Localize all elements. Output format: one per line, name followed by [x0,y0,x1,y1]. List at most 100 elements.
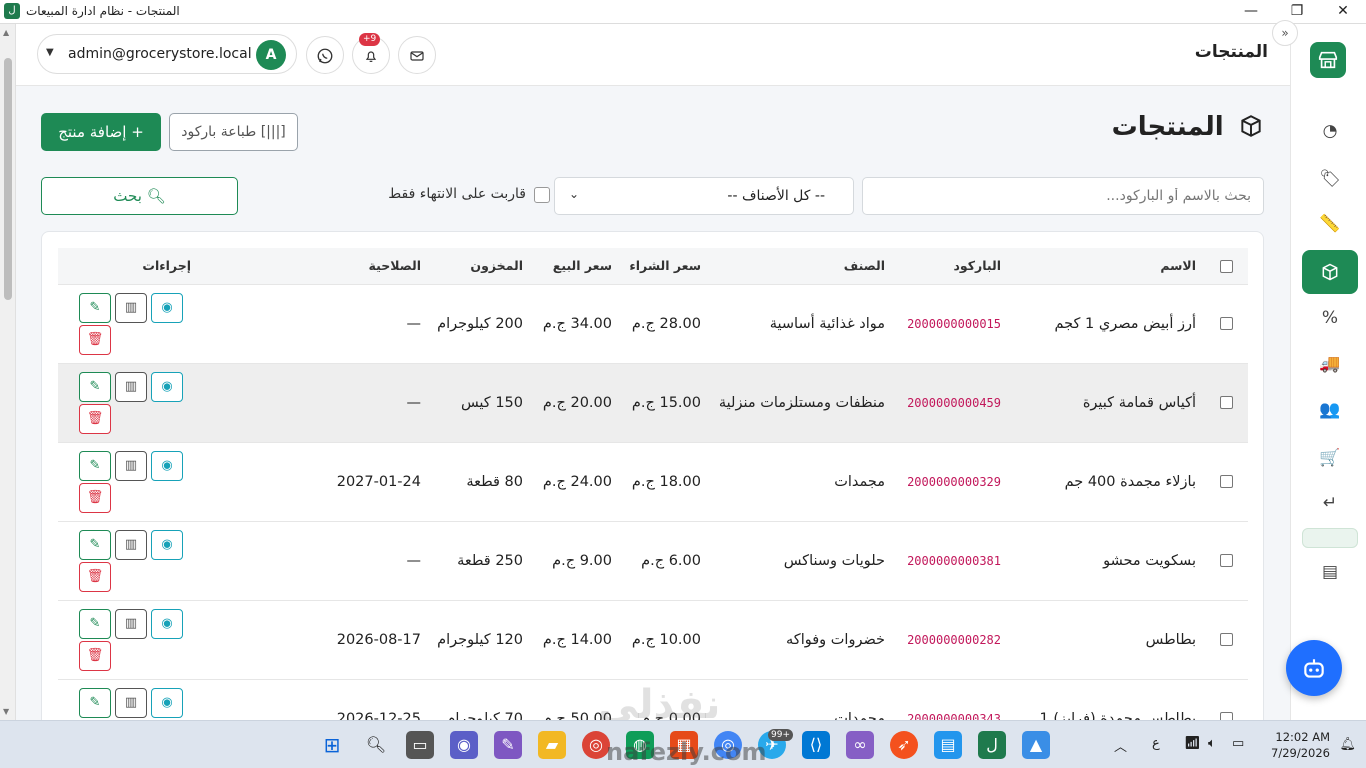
row-checkbox[interactable] [1219,396,1233,409]
sidebar-item-discounts[interactable]: % [1302,296,1358,340]
messages-button[interactable] [398,36,436,74]
scroll-up-icon[interactable]: ▲ [3,28,9,37]
row-checkbox[interactable] [1219,633,1233,646]
view-button[interactable]: ◉ [151,450,183,481]
cart-icon: 🛒 [1319,448,1341,468]
table-row[interactable]: بازلاء مجمدة 400 جم 2000000000329 مجمدات 18… [58,441,1248,521]
edit-button[interactable]: ✎ [79,371,111,402]
print-barcode-row-button[interactable]: ▥ [115,608,147,639]
print-barcode-row-button[interactable]: ▥ [115,292,147,323]
table-row[interactable]: بطاطس 2000000000282 خضروات وفواكه 10.00 ج.م… [58,599,1248,679]
sidebar-item-returns[interactable]: ↵ [1302,481,1358,525]
sidebar-item-suppliers[interactable]: 🚚 [1302,342,1358,386]
scroll-down-icon[interactable]: ▼ [3,707,9,716]
page-title-text: المنتجات [1111,112,1224,142]
row-select-cell [1204,599,1248,679]
tray-chevron-icon[interactable]: ︿ [1114,736,1127,755]
col-expiry[interactable]: الصلاحية [199,248,429,284]
edit-button[interactable]: ✎ [79,608,111,639]
minimize-icon[interactable]: — [1228,0,1274,24]
windows-start-icon[interactable]: ⊞ [318,731,346,759]
teams-icon[interactable]: ◉ [450,731,478,759]
chatbot-button[interactable] [1286,640,1342,696]
photos-icon[interactable]: ▲ [1022,731,1050,759]
search-input[interactable] [862,177,1264,215]
col-buy-price[interactable]: سعر الشراء [620,248,709,284]
delete-button[interactable]: 🗑︎ [79,561,111,592]
edit-button[interactable]: ✎ [79,529,111,560]
col-stock[interactable]: المخزون [429,248,531,284]
sidebar-item-reports[interactable]: ▤ [1302,550,1358,594]
vscode-icon[interactable]: ⟨⟩ [802,731,830,759]
delete-button[interactable]: 🗑︎ [79,482,111,513]
row-checkbox[interactable] [1219,317,1233,330]
col-sell-price[interactable]: سعر البيع [531,248,620,284]
col-barcode[interactable]: الباركود [893,248,1009,284]
widgets-icon[interactable]: ✎ [494,731,522,759]
print-barcode-row-button[interactable]: ▥ [115,371,147,402]
col-category[interactable]: الصنف [709,248,893,284]
file-explorer-icon[interactable]: ▰ [538,731,566,759]
search-icon[interactable]: 🔍︎ [362,731,390,759]
expiry-checkbox[interactable] [534,187,550,203]
close-icon[interactable]: ✕ [1320,0,1366,24]
edit-button[interactable]: ✎ [79,450,111,481]
print-barcode-row-button[interactable]: ▥ [115,529,147,560]
product-barcode: 2000000000329 [893,441,1009,521]
sidebar-item-dashboard[interactable]: ◔ [1302,109,1358,153]
edit-button[interactable]: ✎ [79,687,111,718]
print-barcode-row-button[interactable]: ▥ [115,450,147,481]
whatsapp-icon [317,48,333,63]
sidebar-toggle-button[interactable]: » [1272,20,1298,46]
battery-icon[interactable]: ▭ [1232,736,1244,751]
sidebar-item-products[interactable] [1302,250,1358,294]
notification-icon[interactable]: 🔔︎ [1339,737,1356,752]
col-name[interactable]: الاسم [1009,248,1204,284]
table-row[interactable]: أكياس قمامة كبيرة 2000000000459 منظفات ومس… [58,362,1248,442]
view-button[interactable]: ◉ [151,371,183,402]
delete-button[interactable]: 🗑︎ [79,324,111,355]
search-button[interactable]: 🔍︎ بحث [41,177,238,215]
row-checkbox[interactable] [1219,475,1233,488]
sidebar-item-tags[interactable]: 🏷 [1302,157,1358,201]
notifications-button[interactable]: +9 [352,33,390,74]
trash-icon: 🗑︎ [86,331,104,347]
delete-button[interactable]: 🗑︎ [79,403,111,434]
user-menu[interactable]: ▼ admin@grocerystore.local A [37,34,297,74]
keyboard-language[interactable]: ع [1152,736,1160,751]
table-row[interactable]: أرز أبيض مصري 1 كجم 2000000000015 مواد غذا… [58,283,1248,363]
row-checkbox[interactable] [1219,554,1233,567]
add-product-button[interactable]: + إضافة منتج [41,113,161,151]
print-barcode-button[interactable]: [|||] طباعة باركود [169,113,298,151]
sidebar-item-sales[interactable]: 🛒 [1302,436,1358,480]
select-all-checkbox[interactable] [1219,260,1233,274]
row-select-cell [1204,520,1248,600]
view-button[interactable]: ◉ [151,292,183,323]
view-button[interactable]: ◉ [151,529,183,560]
postman-icon[interactable]: ➶ [890,731,918,759]
sidebar-item-units[interactable]: 📏 [1302,202,1358,246]
whatsapp-button[interactable] [306,36,344,74]
view-button[interactable]: ◉ [151,608,183,639]
clock[interactable]: 12:02 AM 7/29/2026 [1271,729,1330,761]
task-view-icon[interactable]: ▭ [406,731,434,759]
store-logo-icon[interactable] [1310,42,1346,78]
delete-button[interactable]: 🗑︎ [79,640,111,671]
barcode-icon: ▥ [124,457,138,473]
page-scrollbar[interactable]: ▲ ▼ [0,24,16,720]
scroll-thumb[interactable] [4,58,12,300]
trash-icon: 🗑︎ [86,410,104,426]
print-barcode-row-button[interactable]: ▥ [115,687,147,718]
view-button[interactable]: ◉ [151,687,183,718]
sidebar-item-customers[interactable]: 👥 [1302,388,1358,432]
sales-app-icon[interactable]: ل [978,731,1006,759]
notifications-badge: +9 [359,33,381,46]
category-select[interactable]: -- كل الأصناف -- ⌄ [554,177,854,215]
sidebar-item-placeholder[interactable] [1302,528,1358,548]
visual-studio-icon[interactable]: ∞ [846,731,874,759]
docker-icon[interactable]: ▤ [934,731,962,759]
wifi-icon[interactable]: 📶︎ [1184,736,1201,751]
table-row[interactable]: بسكويت محشو 2000000000381 حلويات وسناكس 6.0… [58,520,1248,600]
volume-icon[interactable]: 🔈︎ [1208,736,1216,751]
edit-button[interactable]: ✎ [79,292,111,323]
